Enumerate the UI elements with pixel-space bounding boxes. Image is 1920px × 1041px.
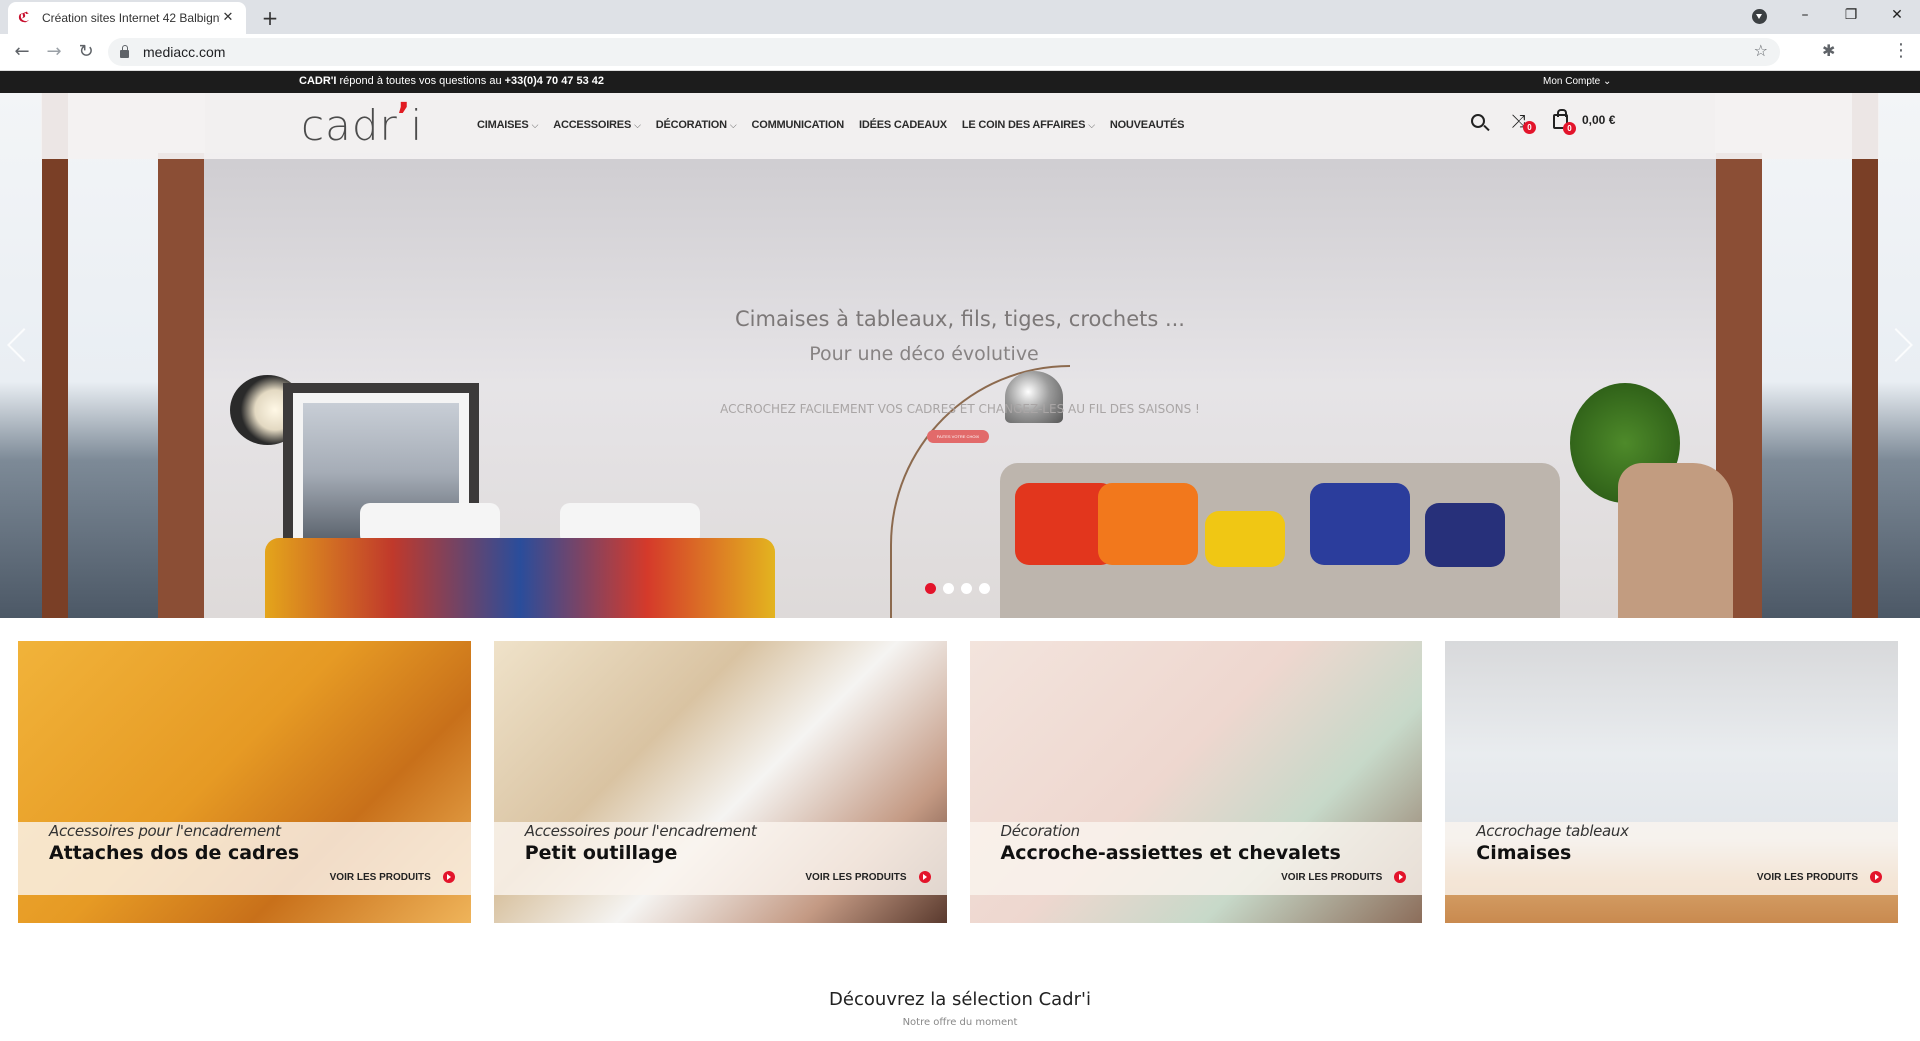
card-kicker: Accessoires pour l'encadrement (49, 822, 281, 840)
my-account-dropdown[interactable]: Mon Compte ⌄ (1543, 76, 1611, 87)
selection-subheading: Notre offre du moment (902, 1017, 1018, 1028)
browser-tab[interactable]: ℭ Création sites Internet 42 Balbigny ✕ (8, 2, 246, 34)
category-card[interactable]: Accessoires pour l'encadrement Attaches … (18, 641, 471, 923)
chevron-down-icon: ⌵ (729, 120, 737, 130)
hero-armchair (1618, 463, 1733, 618)
hero-subtitle: Pour une déco évolutive (809, 343, 1039, 365)
menu-item-communication[interactable]: COMMUNICATION (751, 119, 844, 131)
slider-dot[interactable] (925, 583, 936, 594)
play-circle-icon (442, 871, 455, 883)
menu-item-label: COMMUNICATION (751, 119, 844, 131)
category-cards: Accessoires pour l'encadrement Attaches … (18, 641, 1898, 923)
see-products-link[interactable]: VOIR LES PRODUITS (330, 871, 455, 883)
hero-tagline: ACCROCHEZ FACILEMENT VOS CADRES ET CHANG… (720, 402, 1200, 416)
hero-bed (265, 538, 775, 618)
selection-heading: Découvrez la sélection Cadr'i (829, 989, 1091, 1010)
play-circle-icon (1394, 871, 1407, 883)
back-button[interactable]: ← (10, 40, 34, 64)
minimize-button[interactable]: – (1782, 0, 1828, 30)
browser-toolbar: ← → ↻ mediacc.com ☆ ✱ ⋮ (0, 34, 1920, 71)
see-products-label: VOIR LES PRODUITS (329, 871, 431, 883)
profile-menu-icon[interactable] (1752, 9, 1767, 24)
hero-cushion (1310, 483, 1410, 565)
site-favicon-icon: ℭ (18, 10, 30, 26)
tab-close-icon[interactable]: ✕ (220, 10, 236, 26)
see-products-link[interactable]: VOIR LES PRODUITS (1281, 871, 1407, 883)
lock-icon (120, 45, 129, 58)
menu-item-label: ACCESSOIRES (553, 119, 632, 131)
browser-menu-icon[interactable]: ⋮ (1892, 40, 1910, 61)
card-title: Attaches dos de cadres (49, 842, 300, 864)
menu-item-label: IDÉES CADEAUX (859, 119, 947, 131)
menu-item-label: LE COIN DES AFFAIRES (961, 119, 1086, 131)
logo-accent: ’ (396, 96, 412, 137)
menu-item-décoration[interactable]: DÉCORATION ⌵ (656, 119, 737, 131)
extensions-puzzle-icon[interactable]: ✱ (1822, 41, 1835, 60)
contact-message: CADR'I répond à toutes vos questions au … (299, 75, 604, 87)
address-bar[interactable]: mediacc.com ☆ (108, 38, 1780, 66)
play-circle-icon (918, 871, 931, 883)
category-card[interactable]: Accrochage tableaux Cimaises VOIR LES PR… (1445, 641, 1898, 923)
phone-number[interactable]: +33(0)4 70 47 53 42 (505, 75, 604, 87)
site-header: cadr’i CIMAISES ⌵ ACCESSOIRES ⌵ DÉCORATION ⌵ C… (41, 93, 1879, 159)
compare-count-badge: 0 (1523, 121, 1536, 134)
hero-cta-button[interactable]: FAITES VOTRE CHOIX (927, 430, 989, 443)
menu-item-le-coin-des-affaires[interactable]: LE COIN DES AFFAIRES ⌵ (962, 119, 1095, 131)
menu-item-label: DÉCORATION (655, 119, 727, 131)
hero-slider: Cimaises à tableaux, fils, tiges, croche… (0, 93, 1920, 618)
chevron-down-icon: ⌵ (634, 120, 641, 130)
chevron-down-icon: ⌵ (531, 120, 539, 130)
menu-item-nouveautés[interactable]: NOUVEAUTÉS (1109, 119, 1185, 131)
search-icon[interactable] (1471, 114, 1485, 128)
main-menu: CIMAISES ⌵ ACCESSOIRES ⌵ DÉCORATION ⌵ COMMUNIC… (477, 119, 1199, 131)
browser-tabstrip: ℭ Création sites Internet 42 Balbigny ✕ … (0, 0, 1920, 34)
reload-button[interactable]: ↻ (74, 40, 98, 64)
cart-total[interactable]: 0,00 € (1582, 113, 1615, 127)
category-card[interactable]: Décoration Accroche-assiettes et chevale… (969, 641, 1423, 923)
forward-button[interactable]: → (42, 40, 66, 64)
card-kicker: Accessoires pour l'encadrement (524, 822, 757, 840)
play-circle-icon (1870, 871, 1882, 883)
logo-text: i (410, 101, 424, 150)
hero-cushion (1098, 483, 1198, 565)
hero-title: Cimaises à tableaux, fils, tiges, croche… (734, 307, 1185, 331)
bookmark-star-icon[interactable]: ☆ (1754, 41, 1768, 60)
menu-item-cimaises[interactable]: CIMAISES ⌵ (477, 119, 538, 131)
url-text[interactable]: mediacc.com (143, 44, 225, 60)
hero-cushion (1205, 511, 1285, 567)
card-kicker: Accrochage tableaux (1476, 822, 1629, 840)
contact-text: répond à toutes vos questions au (336, 75, 505, 87)
cart-count-badge: 0 (1563, 122, 1576, 135)
window-close-button[interactable]: ✕ (1874, 0, 1920, 30)
slider-dot[interactable] (979, 583, 990, 594)
see-products-label: VOIR LES PRODUITS (1756, 871, 1858, 883)
category-card[interactable]: Accessoires pour l'encadrement Petit out… (493, 641, 947, 923)
tab-title: Création sites Internet 42 Balbigny (42, 11, 220, 25)
slider-dot[interactable] (961, 583, 972, 594)
chevron-down-icon: ⌵ (1088, 120, 1095, 130)
slider-pagination (925, 583, 990, 594)
brand-name: CADR'I (299, 75, 337, 87)
card-title: Cimaises (1476, 842, 1572, 864)
new-tab-button[interactable]: + (258, 6, 282, 30)
menu-item-label: CIMAISES (477, 119, 529, 131)
site-topbar: CADR'I répond à toutes vos questions au … (0, 71, 1920, 93)
see-products-label: VOIR LES PRODUITS (805, 871, 907, 883)
slider-dot[interactable] (943, 583, 954, 594)
see-products-link[interactable]: VOIR LES PRODUITS (1757, 871, 1882, 883)
see-products-link[interactable]: VOIR LES PRODUITS (805, 871, 931, 883)
card-title: Accroche-assiettes et chevalets (1000, 842, 1341, 864)
card-kicker: Décoration (1000, 822, 1081, 840)
restore-button[interactable]: ❐ (1828, 0, 1874, 30)
card-title: Petit outillage (524, 842, 678, 864)
hero-post (158, 153, 204, 618)
logo-text: cadr (301, 101, 398, 150)
cadri-logo[interactable]: cadr’i (301, 96, 424, 150)
menu-item-accessoires[interactable]: ACCESSOIRES ⌵ (553, 119, 641, 131)
see-products-label: VOIR LES PRODUITS (1281, 871, 1383, 883)
menu-item-label: NOUVEAUTÉS (1109, 119, 1185, 131)
hero-cushion (1425, 503, 1505, 567)
menu-item-idées-cadeaux[interactable]: IDÉES CADEAUX (859, 119, 947, 131)
